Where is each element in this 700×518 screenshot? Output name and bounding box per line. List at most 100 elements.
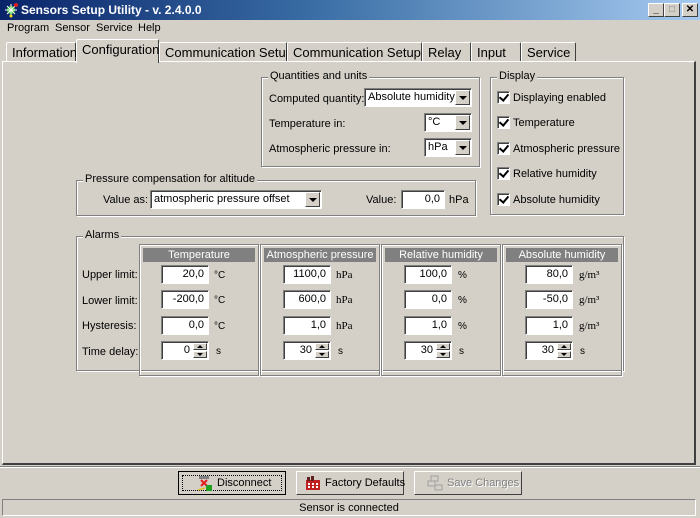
pressure-unit-value: hPa — [428, 141, 448, 153]
temperature-hysteresis-input[interactable]: 0,0 — [161, 316, 209, 335]
pressure-unit: hPa — [336, 294, 353, 306]
display-label: Display — [497, 70, 538, 82]
relative-humidity-hysteresis-input[interactable]: 1,0 — [404, 316, 452, 335]
delay-unit: s — [338, 346, 343, 357]
absolute-humidity-hysteresis-input[interactable]: 1,0 — [525, 316, 573, 335]
absolute-humidity-unit: g/m³ — [579, 294, 600, 306]
delay-unit: s — [580, 346, 585, 357]
checkbox-temperature[interactable] — [497, 116, 510, 129]
temperature-unit-select[interactable]: °C — [424, 113, 472, 132]
delay-unit: s — [216, 346, 221, 357]
absolute-humidity-unit: g/m³ — [579, 269, 600, 281]
tab-communication-setup[interactable]: Communication Setup — [159, 42, 293, 62]
menu-help[interactable]: Help — [138, 22, 161, 34]
relative-humidity-unit: % — [458, 321, 467, 332]
hysteresis-label: Hysteresis: — [82, 320, 137, 332]
minimize-button[interactable]: _ — [648, 3, 664, 17]
pressure-delay-value: 30 — [299, 344, 312, 356]
checkbox-atmospheric-pressure[interactable] — [497, 142, 510, 155]
spin-down-icon[interactable] — [315, 351, 329, 358]
tab-relay[interactable]: Relay — [422, 42, 471, 62]
quantities-units-label: Quantities and units — [268, 70, 370, 82]
spin-up-icon[interactable] — [436, 343, 450, 350]
close-icon: ✕ — [685, 4, 695, 15]
relative-humidity-upper-input[interactable]: 100,0 — [404, 265, 452, 284]
maximize-icon: □ — [668, 4, 676, 15]
tab-configuration[interactable]: Configuration — [76, 39, 159, 63]
absolute-humidity-upper-input[interactable]: 80,0 — [525, 265, 573, 284]
pressure-unit-label: Atmospheric pressure in: — [269, 143, 391, 155]
maximize-button[interactable]: □ — [664, 3, 680, 17]
menu-service[interactable]: Service — [96, 22, 133, 34]
chevron-down-icon[interactable] — [455, 115, 470, 130]
tab-service[interactable]: Service — [521, 42, 576, 62]
relative-humidity-delay-spinner[interactable]: 30 — [404, 341, 452, 360]
absolute-humidity-lower-input[interactable]: -50,0 — [525, 290, 573, 309]
delay-unit: s — [459, 346, 464, 357]
checkbox-displaying-enabled[interactable] — [497, 91, 510, 104]
temperature-lower-input[interactable]: -200,0 — [161, 290, 209, 309]
disconnect-icon — [197, 476, 212, 491]
factory-defaults-label: Factory Defaults — [325, 477, 406, 489]
value-as-label: Value as: — [103, 194, 149, 206]
save-changes-button[interactable]: Save Changes — [414, 471, 522, 495]
checkbox-label: Displaying enabled — [513, 92, 606, 104]
checkbox-relative-humidity[interactable] — [497, 167, 510, 180]
tab-information[interactable]: Information — [6, 42, 77, 62]
relative-humidity-delay-value: 30 — [420, 344, 433, 356]
factory-defaults-button[interactable]: Factory Defaults — [296, 471, 406, 495]
upper-limit-label: Upper limit: — [82, 269, 138, 281]
spin-down-icon[interactable] — [436, 351, 450, 358]
compensation-unit: hPa — [449, 194, 469, 206]
status-bar: Sensor is connected — [2, 499, 696, 516]
temperature-unit-value: °C — [428, 116, 441, 128]
temperature-delay-value: 0 — [183, 344, 190, 356]
pressure-delay-spinner[interactable]: 30 — [283, 341, 331, 360]
checkbox-absolute-humidity[interactable] — [497, 193, 510, 206]
spin-down-icon[interactable] — [557, 351, 571, 358]
spin-up-icon[interactable] — [557, 343, 571, 350]
spin-up-icon[interactable] — [193, 343, 207, 350]
alarm-header-temperature: Temperature — [143, 248, 255, 262]
relative-humidity-lower-input[interactable]: 0,0 — [404, 290, 452, 309]
save-icon — [427, 475, 443, 491]
spin-up-icon[interactable] — [315, 343, 329, 350]
pressure-unit-select[interactable]: hPa — [424, 138, 472, 157]
value-as-select[interactable]: atmospheric pressure offset — [150, 190, 322, 209]
tab-strip: Information Configuration Communication … — [0, 38, 700, 63]
temperature-unit: °C — [214, 295, 226, 306]
temperature-delay-spinner[interactable]: 0 — [161, 341, 209, 360]
compensation-value-input[interactable]: 0,0 — [401, 190, 445, 209]
chevron-down-icon[interactable] — [455, 140, 470, 155]
title-bar[interactable]: Sensors Setup Utility - v. 2.4.0.0 _ □ ✕ — [0, 0, 700, 20]
temperature-unit: °C — [214, 270, 226, 281]
tab-communication-setup-i[interactable]: Communication Setup I — [287, 42, 428, 62]
alarm-header-absolute-humidity: Absolute humidity — [506, 248, 618, 262]
value-as-value: atmospheric pressure offset — [154, 193, 290, 205]
compensation-value-label: Value: — [366, 194, 397, 206]
pressure-unit: hPa — [336, 269, 353, 281]
close-button[interactable]: ✕ — [682, 3, 698, 17]
checkbox-label: Relative humidity — [513, 168, 597, 180]
computed-quantity-select[interactable]: Absolute humidity — [364, 88, 472, 107]
temperature-upper-input[interactable]: 20,0 — [161, 265, 209, 284]
chevron-down-icon[interactable] — [455, 90, 470, 105]
minimize-icon: _ — [653, 4, 659, 15]
save-changes-label: Save Changes — [447, 477, 520, 489]
checkbox-label: Absolute humidity — [513, 194, 600, 206]
menu-sensor[interactable]: Sensor — [55, 22, 90, 34]
tab-input[interactable]: Input — [471, 42, 521, 62]
time-delay-label: Time delay: — [82, 346, 139, 358]
spin-down-icon[interactable] — [193, 351, 207, 358]
absolute-humidity-delay-spinner[interactable]: 30 — [525, 341, 573, 360]
menu-program[interactable]: Program — [7, 22, 49, 34]
menu-bar: Program Sensor Service Help — [0, 20, 700, 37]
alarm-header-relative-humidity: Relative humidity — [385, 248, 497, 262]
pressure-hysteresis-input[interactable]: 1,0 — [283, 316, 331, 335]
pressure-upper-input[interactable]: 1100,0 — [283, 265, 331, 284]
pressure-lower-input[interactable]: 600,0 — [283, 290, 331, 309]
disconnect-button[interactable]: Disconnect — [178, 471, 286, 495]
chevron-down-icon[interactable] — [305, 192, 320, 207]
absolute-humidity-unit: g/m³ — [579, 320, 600, 332]
checkbox-label: Temperature — [513, 117, 575, 129]
